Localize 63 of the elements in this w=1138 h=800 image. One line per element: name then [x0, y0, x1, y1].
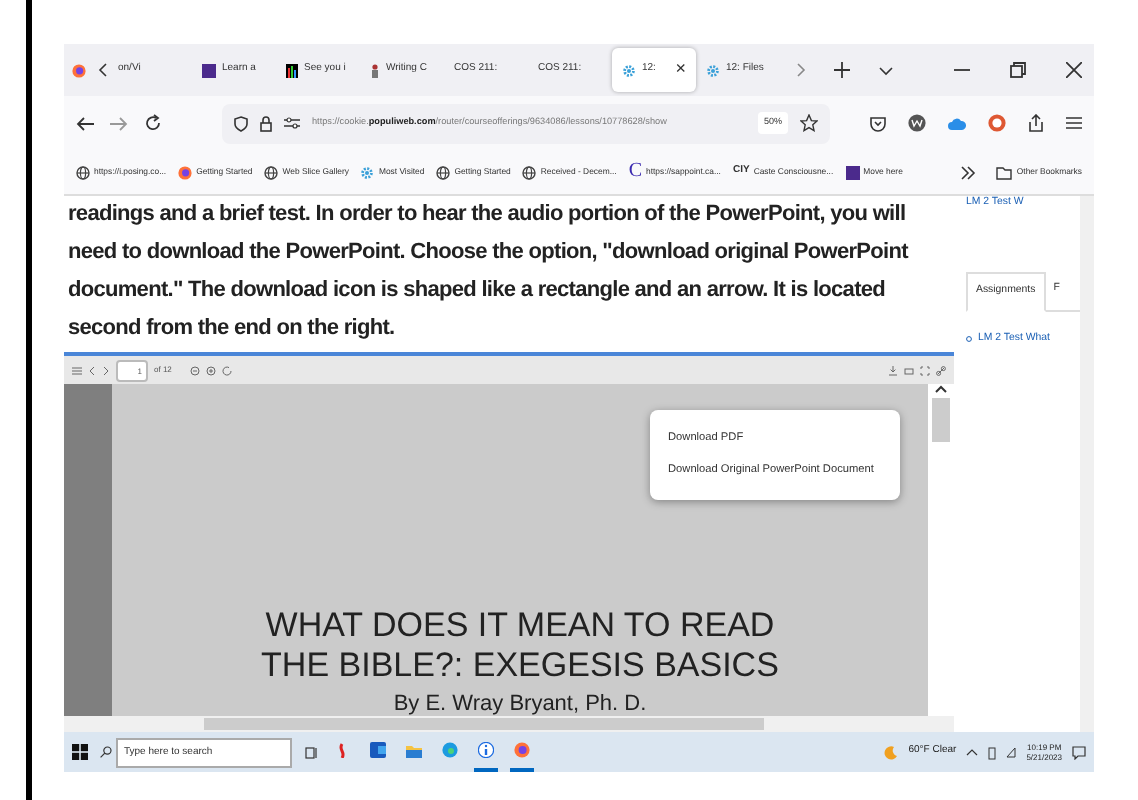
rotate-icon[interactable]: [221, 365, 232, 375]
slide-title: WHAT DOES IT MEAN TO READ THE BIBLE?: EXEGESIS BASICS: [259, 606, 781, 686]
zoom-in-icon[interactable]: [205, 365, 216, 375]
globe-icon: [264, 165, 279, 179]
back-icon[interactable]: [76, 115, 94, 131]
menu-icon[interactable]: [1066, 116, 1082, 130]
document-app-icon: [370, 742, 386, 758]
gear-icon: [360, 165, 375, 179]
firefox-icon: [72, 63, 86, 77]
double-chevron-icon[interactable]: [960, 165, 977, 179]
battery-icon[interactable]: [988, 745, 997, 759]
folder-icon: [406, 742, 422, 758]
caret-up-icon[interactable]: [966, 748, 979, 756]
color-bars-icon: [286, 63, 298, 77]
firefox-icon: [514, 742, 530, 758]
square-logo-icon: [202, 63, 216, 77]
close-icon[interactable]: [1066, 62, 1082, 78]
plus-icon[interactable]: [834, 62, 850, 78]
swirl-icon: [442, 742, 458, 758]
figure-icon: [370, 63, 380, 77]
chevron-up-icon[interactable]: [934, 384, 948, 394]
share-icon[interactable]: [1028, 114, 1044, 132]
gear-icon: [706, 63, 720, 77]
instructions-text: readings and a brief test. In order to hear the audio portion of the PowerPoint, you will need to download the PowerPoint. Choose the option, "download original PowerPoint document." The download icon is shaped like a rectangle and an arrow. It is located second from the end on the right.: [66, 200, 911, 344]
previous-icon[interactable]: [88, 365, 96, 375]
print-icon[interactable]: [904, 365, 914, 375]
link-icon[interactable]: [936, 365, 946, 375]
moon-icon: [884, 745, 899, 759]
chevron-down-icon[interactable]: [878, 65, 894, 75]
slide-author: By E. Wray Bryant, Ph. D.: [393, 692, 647, 716]
gear-icon: [622, 63, 636, 77]
search-icon: [100, 746, 112, 758]
download-icon[interactable]: [888, 365, 898, 375]
duck-icon[interactable]: [988, 114, 1006, 132]
sliders-icon[interactable]: [284, 116, 300, 130]
windows-icon[interactable]: [72, 744, 88, 760]
lock-icon: [260, 115, 272, 131]
w-circle-icon[interactable]: [908, 114, 926, 132]
info-icon: [478, 742, 494, 758]
chevron-right-icon[interactable]: [796, 62, 806, 78]
bullet-icon: [966, 335, 972, 342]
zoom-out-icon[interactable]: [189, 365, 200, 375]
star-icon[interactable]: [800, 114, 818, 132]
globe-icon: [522, 165, 537, 179]
restore-icon[interactable]: [1010, 62, 1026, 78]
task-view-icon[interactable]: [304, 745, 318, 759]
chevron-left-icon[interactable]: [98, 62, 108, 78]
forward-icon[interactable]: [110, 115, 128, 131]
fullscreen-icon[interactable]: [920, 365, 930, 375]
flame-icon: [334, 742, 350, 758]
folder-icon: [996, 165, 1013, 179]
pocket-icon[interactable]: [870, 115, 886, 131]
network-icon[interactable]: [1006, 746, 1017, 758]
next-icon[interactable]: [102, 365, 110, 375]
firefox-icon: [178, 165, 193, 179]
close-tab-button[interactable]: ×: [675, 56, 686, 84]
globe-icon: [436, 165, 451, 179]
square-logo-icon: [845, 165, 860, 179]
shield-icon[interactable]: [234, 115, 248, 131]
notification-icon[interactable]: [1072, 745, 1086, 759]
reload-icon[interactable]: [144, 114, 162, 132]
globe-icon: [76, 165, 90, 179]
cloud-icon[interactable]: [948, 117, 966, 129]
